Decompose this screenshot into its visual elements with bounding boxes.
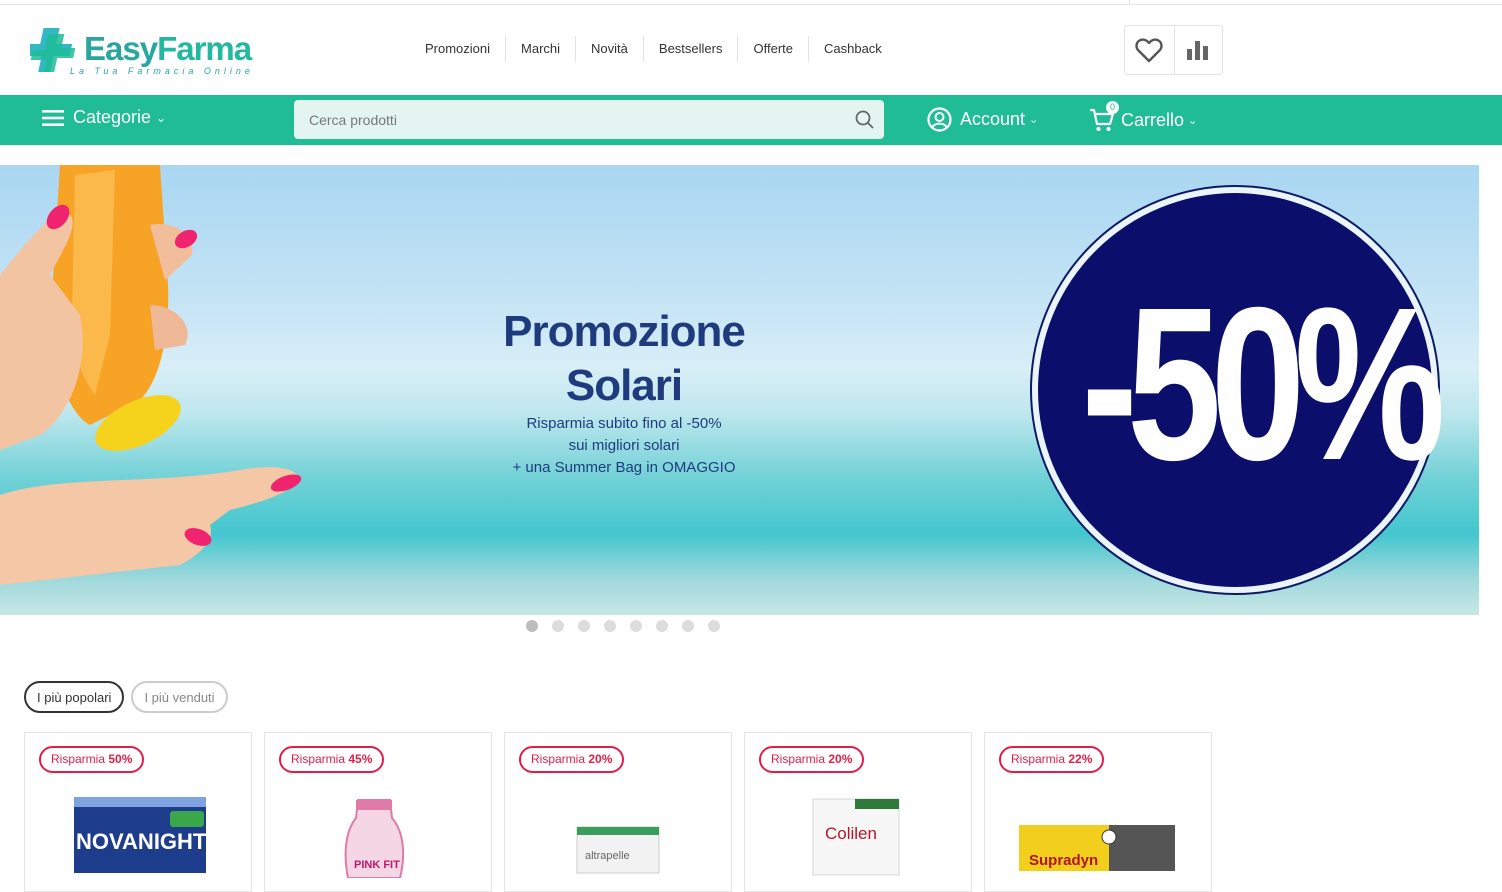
- top-border: [0, 0, 1502, 5]
- discount-tag: Risparmia 45%: [279, 746, 385, 773]
- discount-tag: Risparmia 20%: [519, 746, 625, 773]
- slider-dot[interactable]: [656, 620, 668, 632]
- search-input[interactable]: [294, 100, 844, 139]
- heart-icon: [1135, 38, 1163, 63]
- search-icon[interactable]: [855, 110, 874, 134]
- product-grid: Risparmia 50% NOVANIGHT Risparmia 45% PI…: [24, 732, 1224, 892]
- slider-dot[interactable]: [682, 620, 694, 632]
- categories-menu[interactable]: Categorie ⌄: [42, 107, 166, 128]
- slider-dot[interactable]: [526, 620, 538, 632]
- tab-most-popular[interactable]: I più popolari: [24, 681, 125, 713]
- hands-sunscreen-image: [0, 165, 302, 585]
- nav-promozioni[interactable]: Promozioni: [410, 36, 505, 62]
- slider-dot[interactable]: [604, 620, 616, 632]
- slider-dot[interactable]: [552, 620, 564, 632]
- chart-icon: [1187, 41, 1209, 60]
- cart-label: Carrello: [1121, 109, 1185, 130]
- product-card[interactable]: Risparmia 50% NOVANIGHT: [24, 732, 252, 892]
- compare-button[interactable]: [1173, 26, 1223, 74]
- svg-text:PINK FIT: PINK FIT: [354, 859, 400, 871]
- search-bar: [294, 100, 884, 139]
- header-icon-group: [1124, 25, 1223, 75]
- nav-offerte[interactable]: Offerte: [737, 36, 808, 62]
- categories-label: Categorie: [73, 107, 152, 127]
- product-card[interactable]: Risparmia 22% Supradyn: [984, 732, 1212, 892]
- discount-badge-text: -50%: [1081, 263, 1445, 506]
- product-card[interactable]: Risparmia 20% altrapelle: [504, 732, 732, 892]
- svg-text:Supradyn: Supradyn: [1029, 852, 1098, 869]
- hero-sub-line2: sui migliori solari: [568, 437, 680, 454]
- chevron-down-icon: ⌄: [1029, 114, 1039, 126]
- discount-tag: Risparmia 20%: [759, 746, 865, 773]
- brand-name: EasyFarma: [84, 30, 252, 67]
- slider-dots: [526, 620, 734, 632]
- nav-novita[interactable]: Novità: [575, 36, 643, 62]
- product-image: Colilen: [812, 798, 900, 876]
- product-card[interactable]: Risparmia 20% Colilen: [744, 732, 972, 892]
- logo[interactable]: EasyFarma La Tua Farmacia Online: [30, 26, 270, 78]
- discount-tag: Risparmia 22%: [999, 746, 1105, 773]
- cart-menu[interactable]: 0 Carrello ⌄: [1089, 101, 1198, 133]
- chevron-down-icon: ⌄: [1188, 114, 1198, 127]
- chevron-down-icon: ⌄: [156, 110, 167, 125]
- user-circle-icon: [927, 107, 952, 132]
- svg-text:Colilen: Colilen: [825, 824, 877, 843]
- hamburger-icon: [42, 109, 64, 126]
- hero-sub-line3: + una Summer Bag in OMAGGIO: [512, 459, 736, 476]
- slider-dot[interactable]: [708, 620, 720, 632]
- hero-banner[interactable]: Promozione Solari Risparmia subito fino …: [0, 165, 1479, 615]
- site-header: EasyFarma La Tua Farmacia Online Promozi…: [0, 6, 1502, 95]
- product-card[interactable]: Risparmia 45% PINK FIT: [264, 732, 492, 892]
- hero-title-line2: Solari: [565, 361, 683, 410]
- main-toolbar: Categorie ⌄ Account ⌄ 0 Carrello ⌄: [0, 95, 1502, 145]
- account-menu[interactable]: Account ⌄: [927, 107, 1038, 132]
- product-tabs: I più popolari I più venduti: [24, 681, 235, 713]
- nav-cashback[interactable]: Cashback: [808, 36, 897, 62]
- nav-marchi[interactable]: Marchi: [505, 36, 575, 62]
- hero-subtitle: Risparmia subito fino al -50% sui miglio…: [470, 413, 778, 479]
- hero-sub-line1: Risparmia subito fino al -50%: [526, 415, 722, 432]
- slider-dot[interactable]: [578, 620, 590, 632]
- slider-dot[interactable]: [630, 620, 642, 632]
- wishlist-button[interactable]: [1125, 26, 1174, 74]
- product-image: Supradyn: [1019, 825, 1175, 871]
- tab-best-sellers[interactable]: I più venduti: [131, 681, 228, 713]
- top-navigation: Promozioni Marchi Novità Bestsellers Off…: [410, 36, 897, 62]
- svg-text:NOVANIGHT: NOVANIGHT: [76, 829, 207, 854]
- hero-title: Promozione Solari: [470, 305, 778, 413]
- product-image: PINK FIT: [344, 799, 405, 878]
- discount-badge: -50%: [1030, 185, 1446, 595]
- hero-title-line1: Promozione: [503, 307, 746, 356]
- discount-tag: Risparmia 50%: [39, 746, 145, 773]
- cart-count-badge: 0: [1106, 101, 1119, 114]
- account-label: Account: [960, 109, 1026, 129]
- svg-text:altrapelle: altrapelle: [585, 850, 630, 862]
- nav-bestsellers[interactable]: Bestsellers: [642, 36, 738, 62]
- brand-tagline: La Tua Farmacia Online: [70, 66, 254, 76]
- product-image: NOVANIGHT: [74, 797, 207, 873]
